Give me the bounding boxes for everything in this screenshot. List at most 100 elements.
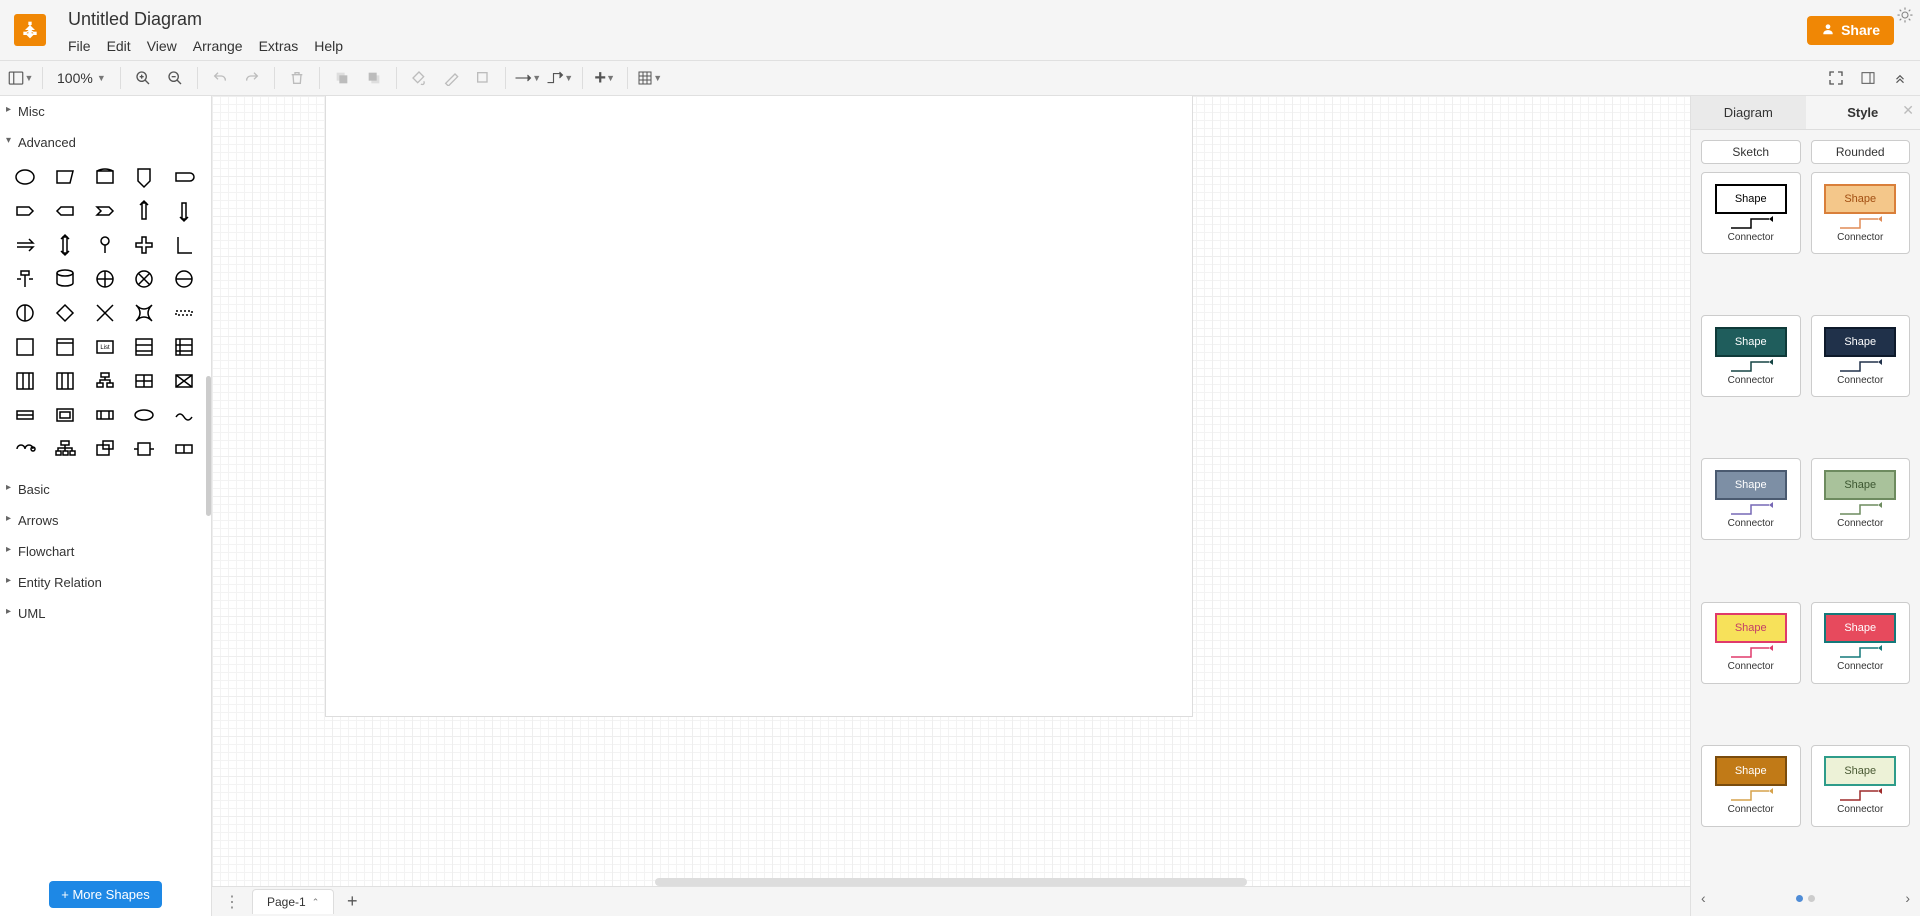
format-panel-toggle-icon[interactable] (1854, 64, 1882, 92)
shape-stencil[interactable] (88, 230, 122, 260)
shape-stencil[interactable]: List (88, 332, 122, 362)
line-color-icon[interactable] (437, 64, 465, 92)
redo-icon[interactable] (238, 64, 266, 92)
insert-icon[interactable]: +▼ (591, 64, 619, 92)
zoom-in-icon[interactable] (129, 64, 157, 92)
shape-stencil[interactable] (88, 366, 122, 396)
appearance-toggle-icon[interactable] (1896, 6, 1914, 27)
theme-card[interactable]: ShapeConnector (1811, 745, 1911, 827)
shape-stencil[interactable] (88, 196, 122, 226)
shape-stencil[interactable] (167, 162, 201, 192)
toggle-sketch[interactable]: Sketch (1701, 140, 1801, 164)
shape-stencil[interactable] (127, 434, 161, 464)
shape-stencil[interactable] (88, 264, 122, 294)
tab-diagram[interactable]: Diagram (1691, 96, 1806, 129)
fullscreen-icon[interactable] (1822, 64, 1850, 92)
shape-stencil[interactable] (8, 298, 42, 328)
waypoint-icon[interactable]: ▼ (546, 64, 574, 92)
page-tab[interactable]: Page-1 ⌃ (252, 889, 334, 914)
toggle-rounded[interactable]: Rounded (1811, 140, 1911, 164)
shape-stencil[interactable] (8, 196, 42, 226)
palette-entity-relation[interactable]: Entity Relation (0, 567, 211, 598)
palette-arrows[interactable]: Arrows (0, 505, 211, 536)
shape-stencil[interactable] (48, 264, 82, 294)
more-shapes-button[interactable]: + More Shapes (49, 881, 162, 908)
shape-stencil[interactable] (8, 400, 42, 430)
theme-card[interactable]: ShapeConnector (1701, 602, 1801, 684)
shape-stencil[interactable] (88, 400, 122, 430)
palette-basic[interactable]: Basic (0, 474, 211, 505)
shape-stencil[interactable] (48, 196, 82, 226)
theme-next-icon[interactable]: › (1905, 890, 1910, 906)
shape-stencil[interactable] (167, 434, 201, 464)
shape-stencil[interactable] (127, 230, 161, 260)
shape-stencil[interactable] (167, 366, 201, 396)
shape-stencil[interactable] (127, 366, 161, 396)
delete-icon[interactable] (283, 64, 311, 92)
shape-stencil[interactable] (48, 366, 82, 396)
menu-help[interactable]: Help (314, 38, 343, 54)
shape-stencil[interactable] (8, 264, 42, 294)
fill-color-icon[interactable] (405, 64, 433, 92)
app-logo[interactable] (14, 14, 46, 46)
canvas[interactable] (212, 96, 1690, 916)
shape-stencil[interactable] (88, 162, 122, 192)
shape-stencil[interactable] (167, 298, 201, 328)
sidebar-toggle-icon[interactable]: ▼ (6, 64, 34, 92)
theme-card[interactable]: ShapeConnector (1701, 315, 1801, 397)
theme-card[interactable]: ShapeConnector (1811, 458, 1911, 540)
theme-card[interactable]: ShapeConnector (1701, 172, 1801, 254)
theme-prev-icon[interactable]: ‹ (1701, 890, 1706, 906)
to-front-icon[interactable] (328, 64, 356, 92)
menu-view[interactable]: View (147, 38, 177, 54)
menu-extras[interactable]: Extras (259, 38, 299, 54)
menu-file[interactable]: File (68, 38, 91, 54)
palette-advanced[interactable]: Advanced (0, 127, 211, 158)
page-menu-icon[interactable]: ⋮ (218, 892, 246, 912)
palette-flowchart[interactable]: Flowchart (0, 536, 211, 567)
document-title[interactable]: Untitled Diagram (68, 9, 202, 30)
menu-edit[interactable]: Edit (107, 38, 131, 54)
shape-stencil[interactable] (167, 332, 201, 362)
menu-arrange[interactable]: Arrange (193, 38, 243, 54)
shape-stencil[interactable] (8, 366, 42, 396)
shape-stencil[interactable] (48, 400, 82, 430)
shape-stencil[interactable] (127, 298, 161, 328)
shape-stencil[interactable] (127, 162, 161, 192)
add-page-button[interactable]: + (340, 890, 364, 914)
shape-stencil[interactable] (127, 264, 161, 294)
shape-stencil[interactable] (48, 230, 82, 260)
theme-page-dot[interactable] (1796, 895, 1803, 902)
shape-stencil[interactable] (127, 400, 161, 430)
shape-stencil[interactable] (127, 332, 161, 362)
shape-stencil[interactable] (167, 196, 201, 226)
shape-stencil[interactable] (167, 230, 201, 260)
undo-icon[interactable] (206, 64, 234, 92)
connection-icon[interactable]: ▼ (514, 64, 542, 92)
shape-stencil[interactable] (88, 298, 122, 328)
shape-stencil[interactable] (8, 332, 42, 362)
theme-card[interactable]: ShapeConnector (1811, 172, 1911, 254)
shape-stencil[interactable] (167, 400, 201, 430)
shape-stencil[interactable] (48, 332, 82, 362)
close-format-panel-icon[interactable]: ✕ (1902, 102, 1914, 119)
table-icon[interactable]: ▼ (636, 64, 664, 92)
shape-stencil[interactable] (48, 298, 82, 328)
collapse-icon[interactable] (1886, 64, 1914, 92)
zoom-out-icon[interactable] (161, 64, 189, 92)
sidebar-scrollbar[interactable] (206, 376, 211, 516)
theme-page-dot[interactable] (1808, 895, 1815, 902)
shape-stencil[interactable] (127, 196, 161, 226)
shape-stencil[interactable] (88, 434, 122, 464)
share-button[interactable]: Share (1807, 16, 1894, 45)
shape-stencil[interactable] (167, 264, 201, 294)
shape-stencil[interactable] (48, 162, 82, 192)
canvas-hscrollbar[interactable] (655, 878, 1246, 886)
shape-stencil[interactable] (8, 230, 42, 260)
to-back-icon[interactable] (360, 64, 388, 92)
palette-uml[interactable]: UML (0, 598, 211, 629)
theme-card[interactable]: ShapeConnector (1811, 315, 1911, 397)
zoom-select[interactable]: 100%▼ (51, 70, 112, 86)
shadow-icon[interactable] (469, 64, 497, 92)
palette-misc[interactable]: Misc (0, 96, 211, 127)
